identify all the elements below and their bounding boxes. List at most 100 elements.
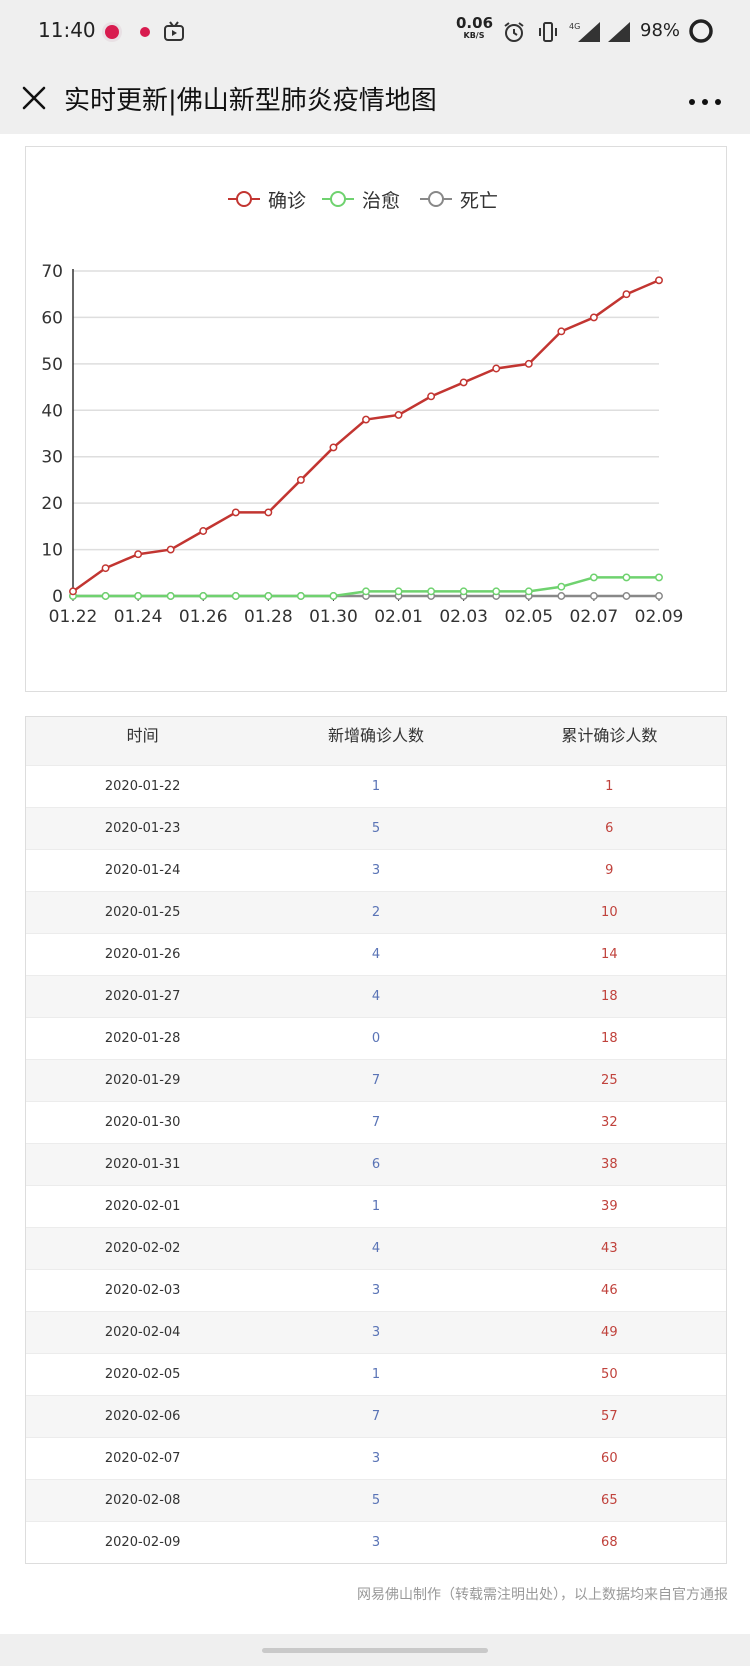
data-point (589, 573, 598, 582)
cell-date: 2020-01-25 (104, 905, 181, 920)
table-header: 时间 新增确诊人数 累计确诊人数 (26, 717, 726, 765)
table-row: 2020-01-30 7 32 (26, 1101, 726, 1143)
data-point (492, 587, 501, 596)
x-tick-label: 02.05 (504, 607, 553, 627)
cell-total-cases: 32 (601, 1115, 618, 1130)
x-tick-label: 02.07 (570, 607, 619, 627)
legend-item[interactable]: 治愈 (320, 187, 401, 212)
table-row: 2020-02-06 7 57 (26, 1395, 726, 1437)
cell-new-cases: 3 (371, 1283, 381, 1298)
table-row: 2020-01-23 5 6 (26, 807, 726, 849)
close-icon (22, 86, 46, 110)
x-tick-label: 01.28 (244, 607, 293, 627)
header-date: 时间 (126, 726, 159, 745)
table-row: 2020-02-02 4 43 (26, 1227, 726, 1269)
cell-total-cases: 43 (601, 1241, 618, 1256)
table-row: 2020-02-05 1 50 (26, 1353, 726, 1395)
chart-card: 0 10 20 30 40 50 60 70 01.22 01.24 01.26 01.28 01.30… (25, 146, 727, 692)
data-point (557, 327, 566, 336)
table-row: 2020-02-03 3 46 (26, 1269, 726, 1311)
alarm-icon (502, 20, 526, 48)
data-point (459, 378, 468, 387)
data-point (264, 508, 273, 517)
cell-date: 2020-02-01 (104, 1199, 181, 1214)
legend-item[interactable]: 确诊 (226, 187, 306, 212)
data-point (589, 592, 598, 600)
cell-total-cases: 25 (601, 1073, 618, 1088)
cell-new-cases: 4 (371, 989, 381, 1004)
more-dots-icon (689, 99, 721, 105)
cell-total-cases: 14 (601, 947, 618, 962)
cell-date: 2020-02-06 (104, 1409, 181, 1424)
header-total-cases: 累计确诊人数 (561, 726, 658, 745)
app-notification-icon (136, 20, 154, 48)
x-tick-label: 01.26 (179, 607, 228, 627)
close-button[interactable] (16, 80, 52, 116)
cell-total-cases: 49 (601, 1325, 618, 1340)
status-time: 11:40 (38, 18, 96, 42)
cell-new-cases: 2 (371, 905, 381, 920)
table-row: 2020-02-01 1 39 (26, 1185, 726, 1227)
y-tick-label: 50 (41, 355, 63, 375)
cell-new-cases: 1 (371, 1199, 381, 1214)
table-row: 2020-01-27 4 18 (26, 975, 726, 1017)
line-chart: 0 10 20 30 40 50 60 70 01.22 01.24 01.26 01.28 01.30… (41, 262, 683, 627)
legend-item[interactable]: 死亡 (418, 187, 498, 212)
data-point (394, 587, 403, 596)
cell-total-cases: 6 (605, 821, 614, 836)
y-tick-label: 40 (41, 401, 63, 421)
data-point (296, 592, 305, 600)
cell-new-cases: 0 (371, 1031, 381, 1046)
legend-line-circle-icon (322, 191, 354, 207)
cell-new-cases: 1 (371, 1367, 381, 1382)
x-tick-label: 02.01 (374, 607, 423, 627)
data-point (492, 364, 501, 373)
cell-date: 2020-01-28 (104, 1031, 181, 1046)
cell-total-cases: 65 (601, 1493, 618, 1508)
x-tick-label: 01.30 (309, 607, 358, 627)
cell-date: 2020-02-07 (104, 1451, 181, 1466)
data-point (362, 415, 370, 424)
cell-new-cases: 3 (371, 1535, 381, 1550)
data-point (101, 592, 110, 600)
data-point (427, 392, 436, 401)
app-notification-icon (100, 20, 124, 48)
cell-total-cases: 18 (601, 1031, 618, 1046)
x-tick-label: 01.22 (49, 607, 98, 627)
battery-icon (688, 18, 714, 48)
cell-total-cases: 39 (601, 1199, 618, 1214)
data-point (231, 592, 240, 600)
cell-date: 2020-02-08 (104, 1493, 181, 1508)
data-point (134, 592, 143, 600)
cell-new-cases: 6 (371, 1157, 381, 1172)
table-row: 2020-02-08 5 65 (26, 1479, 726, 1521)
cell-date: 2020-02-04 (104, 1325, 181, 1340)
cell-total-cases: 9 (605, 863, 614, 878)
y-tick-label: 30 (41, 448, 63, 468)
home-gesture-handle[interactable] (262, 1648, 488, 1653)
cell-date: 2020-02-09 (104, 1535, 181, 1550)
cell-new-cases: 4 (371, 947, 381, 962)
battery-percent: 98% (640, 20, 681, 41)
page-title: 实时更新|佛山新型肺炎疫情地图 (64, 86, 437, 116)
legend-label: 治愈 (362, 189, 401, 212)
x-tick-label: 02.03 (439, 607, 488, 627)
more-options-button[interactable] (680, 82, 730, 118)
cell-total-cases: 38 (601, 1157, 618, 1172)
data-point (557, 592, 566, 600)
chart-legend: 确诊 治愈 死亡 (26, 147, 726, 227)
data-point (329, 592, 338, 600)
signal-icon (606, 20, 632, 48)
cell-total-cases: 46 (601, 1283, 618, 1298)
table-row: 2020-01-24 3 9 (26, 849, 726, 891)
cell-date: 2020-01-27 (104, 989, 181, 1004)
cell-new-cases: 3 (371, 1451, 381, 1466)
cell-date: 2020-01-30 (104, 1115, 181, 1130)
cell-total-cases: 57 (601, 1409, 618, 1424)
status-bar: 11:40 0.06 KB/S 4G 98% (0, 0, 750, 64)
cell-total-cases: 10 (601, 905, 618, 920)
table-row: 2020-02-09 3 68 (26, 1521, 726, 1563)
series-line (72, 279, 660, 593)
cell-new-cases: 4 (371, 1241, 381, 1256)
data-point (655, 592, 663, 600)
